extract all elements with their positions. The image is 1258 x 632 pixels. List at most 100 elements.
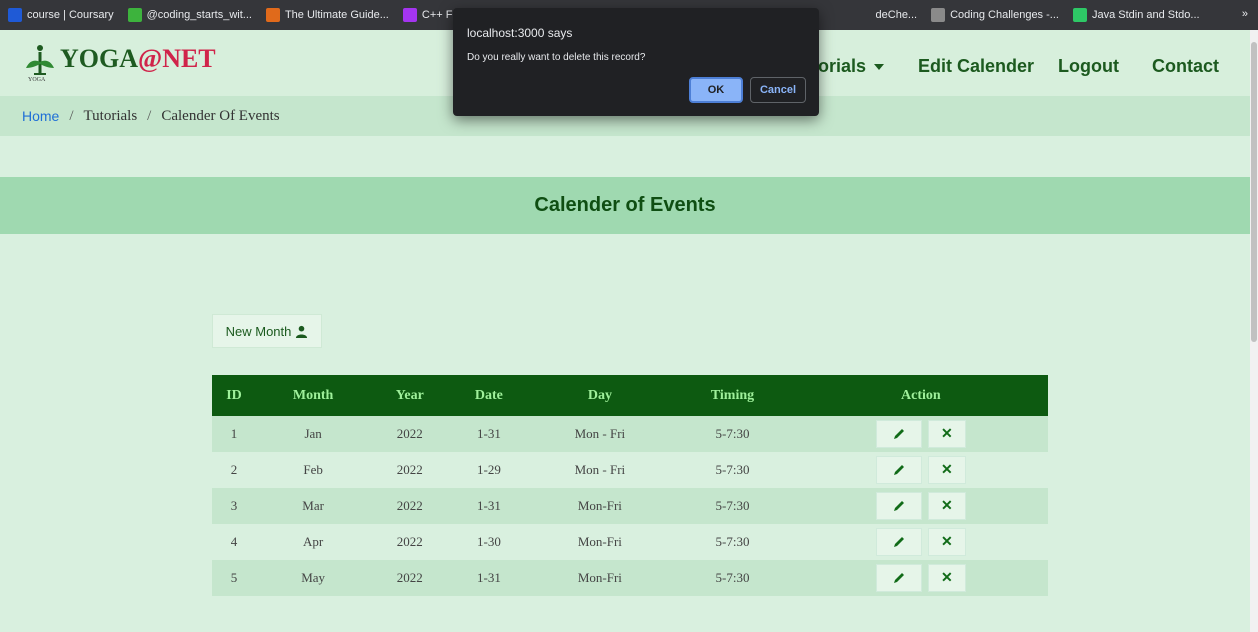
- bookmark-item[interactable]: course | Coursary: [8, 8, 114, 22]
- edit-button[interactable]: [875, 420, 922, 448]
- close-icon: ✕: [940, 426, 953, 442]
- new-month-label: New Month: [225, 323, 292, 339]
- action-cell: ✕: [793, 560, 1048, 596]
- bookmark-label: The Ultimate Guide...: [284, 9, 389, 21]
- events-table: ID Month Year Date Day Timing Action 1 Jan 2022 1…: [212, 375, 1048, 596]
- pencil-icon: [893, 501, 904, 511]
- blank-icon: [856, 8, 871, 22]
- edit-button[interactable]: [875, 456, 922, 484]
- action-cell: ✕: [793, 452, 1048, 488]
- caret-down-icon: [874, 64, 885, 71]
- breadcrumb-home-link[interactable]: Home: [22, 108, 59, 124]
- breadcrumb-separator: /: [69, 107, 74, 124]
- table-cell: 5-7:30: [671, 452, 794, 488]
- table-cell: 4: [212, 524, 256, 560]
- page-title: Calender of Events: [0, 177, 1250, 234]
- table-cell: Mar: [255, 488, 371, 524]
- table-header-row: ID Month Year Date Day Timing Action: [212, 375, 1048, 416]
- close-icon: ✕: [940, 570, 953, 586]
- challenge-icon: [931, 8, 946, 22]
- table-row: 1 Jan 2022 1-31 Mon - Fri 5-7:30 ✕: [212, 416, 1048, 452]
- nav-logout[interactable]: Logout: [1058, 56, 1119, 77]
- bookmark-item[interactable]: The Ultimate Guide...: [265, 8, 389, 22]
- table-cell: Mon - Fri: [528, 452, 672, 488]
- delete-button[interactable]: ✕: [927, 564, 966, 592]
- palm-icon: [127, 8, 142, 22]
- column-header: Action: [793, 375, 1048, 416]
- table-cell: 1-31: [449, 560, 529, 596]
- table-cell: Mon-Fri: [528, 560, 672, 596]
- table-cell: 5-7:30: [671, 524, 794, 560]
- table-cell: 5-7:30: [671, 560, 794, 596]
- bookmark-item[interactable]: Java Stdin and Stdo...: [1072, 8, 1200, 22]
- bookmark-label: @coding_starts_wit...: [146, 9, 252, 21]
- nav-contact[interactable]: Contact: [1152, 56, 1219, 77]
- table-row: 5 May 2022 1-31 Mon-Fri 5-7:30 ✕: [212, 560, 1048, 596]
- breadcrumb-tutorials[interactable]: Tutorials: [84, 108, 138, 125]
- scrollbar-thumb[interactable]: [1251, 42, 1257, 342]
- udemy-icon: [402, 8, 417, 22]
- brand-logo[interactable]: YOGA YOGA@NET: [24, 44, 216, 84]
- pencil-icon: [893, 573, 904, 583]
- table-cell: 2022: [370, 488, 450, 524]
- close-icon: ✕: [940, 534, 953, 550]
- table-cell: 5: [212, 560, 256, 596]
- table-cell: 1-30: [449, 524, 529, 560]
- action-cell: ✕: [793, 524, 1048, 560]
- bookmark-item[interactable]: Coding Challenges -...: [931, 8, 1059, 22]
- table-cell: May: [255, 560, 371, 596]
- dialog-title: localhost:3000 says: [467, 26, 573, 40]
- bookmark-label: deChe...: [875, 9, 918, 21]
- table-cell: 5-7:30: [671, 416, 794, 452]
- table-cell: 1-31: [449, 488, 529, 524]
- bookmarks-overflow-button[interactable]: »: [1242, 8, 1248, 20]
- user-icon: [296, 325, 308, 338]
- column-header: Timing: [671, 375, 794, 416]
- close-icon: ✕: [940, 462, 953, 478]
- guide-icon: [265, 8, 280, 22]
- edit-button[interactable]: [875, 492, 922, 520]
- bookmark-label: Java Stdin and Stdo...: [1091, 9, 1200, 21]
- column-header: Day: [528, 375, 672, 416]
- table-cell: 1-31: [449, 416, 529, 452]
- nav-edit-calender[interactable]: Edit Calender: [918, 56, 1034, 77]
- table-cell: 3: [212, 488, 256, 524]
- breadcrumb-current: Calender Of Events: [161, 107, 280, 124]
- logo-small-text: YOGA: [28, 77, 46, 83]
- hackerrank-icon: [1072, 8, 1087, 22]
- table-cell: 2022: [370, 524, 450, 560]
- table-cell: 2022: [370, 560, 450, 596]
- new-month-button[interactable]: New Month: [212, 314, 322, 348]
- table-row: 2 Feb 2022 1-29 Mon - Fri 5-7:30 ✕: [212, 452, 1048, 488]
- delete-button[interactable]: ✕: [927, 492, 966, 520]
- pencil-icon: [893, 429, 904, 439]
- cancel-button[interactable]: Cancel: [750, 77, 806, 103]
- delete-button[interactable]: ✕: [927, 420, 966, 448]
- brand-name: YOGA@NET: [60, 44, 216, 73]
- column-header: Year: [370, 375, 450, 416]
- table-cell: Mon - Fri: [528, 416, 672, 452]
- close-icon: ✕: [940, 498, 953, 514]
- pencil-icon: [893, 465, 904, 475]
- table-cell: Mon-Fri: [528, 488, 672, 524]
- delete-button[interactable]: ✕: [927, 528, 966, 556]
- table-cell: 1: [212, 416, 256, 452]
- breadcrumb-separator: /: [147, 107, 152, 124]
- column-header: Date: [449, 375, 529, 416]
- page-scrollbar[interactable]: [1250, 30, 1258, 632]
- table-cell: Apr: [255, 524, 371, 560]
- bookmark-label: Coding Challenges -...: [950, 9, 1059, 21]
- nav-tutorials-dropdown[interactable]: orials: [818, 56, 885, 77]
- table-cell: 2022: [370, 452, 450, 488]
- edit-button[interactable]: [875, 528, 922, 556]
- edit-button[interactable]: [875, 564, 922, 592]
- bookmark-item[interactable]: @coding_starts_wit...: [127, 8, 252, 22]
- table-cell: 1-29: [449, 452, 529, 488]
- ok-button[interactable]: OK: [689, 77, 743, 103]
- table-row: 4 Apr 2022 1-30 Mon-Fri 5-7:30 ✕: [212, 524, 1048, 560]
- table-cell: 2: [212, 452, 256, 488]
- bookmark-label: course | Coursary: [27, 9, 114, 21]
- delete-button[interactable]: ✕: [927, 456, 966, 484]
- bookmark-item[interactable]: deChe...: [856, 8, 918, 22]
- action-cell: ✕: [793, 416, 1048, 452]
